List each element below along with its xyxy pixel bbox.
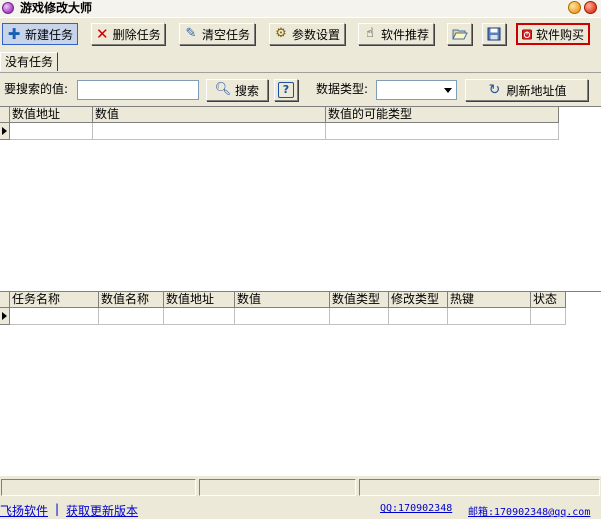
footer: 飞扬软件 | 获取更新版本 QQ:170902348 邮箱:170902348@… [0,500,601,518]
close-button[interactable] [584,1,597,14]
data-type-label: 数据类型: [316,82,369,96]
chevron-down-icon [444,88,452,93]
delete-task-label: 删除任务 [112,27,161,42]
tasks-col-name[interactable]: 任务名称 [10,292,99,308]
data-type-select[interactable] [376,80,457,100]
new-task-label: 新建任务 [24,27,73,42]
tasks-grid: 任务名称 数值名称 数值地址 数值 数值类型 修改类型 热键 状态 [0,291,601,476]
delete-x-icon: ✕ [96,25,109,43]
tasks-col-value-name[interactable]: 数值名称 [99,292,164,308]
row-pointer-icon [2,312,7,320]
tasks-col-modify-type[interactable]: 修改类型 [389,292,448,308]
hand-icon: ☝ [366,26,374,41]
title-bar[interactable]: 游戏修改大师 [0,0,601,18]
get-update-link[interactable]: 获取更新版本 [66,502,138,519]
window-title: 游戏修改大师 [20,1,93,15]
row-indicator [0,123,10,140]
buy-software-label: 软件购买 [535,27,584,42]
row-indicator [0,308,10,325]
search-bar: 要搜索的值: 🔍︎ 搜索 ? 数据类型: ↻ 刷新地址值 [0,74,601,104]
search-results-grid: 数值地址 数值 数值的可能类型 [0,106,601,292]
toolbar: ✚ 新建任务 ✕ 删除任务 ✎ 清空任务 ⚙ 参数设置 ☝ 软件推荐 软件购买 [0,18,601,51]
recommend-button[interactable]: ☝ 软件推荐 [358,23,434,45]
floppy-disk-icon [487,27,501,41]
qq-link[interactable]: QQ:170902348 [380,503,452,514]
search-value-label: 要搜索的值: [4,82,69,96]
app-icon [2,2,14,14]
footer-separator: | [55,502,60,516]
refresh-address-label: 刷新地址值 [506,83,567,98]
clear-tasks-label: 清空任务 [201,27,250,42]
tasks-col-status[interactable]: 状态 [531,292,566,308]
search-button-label: 搜索 [234,83,259,98]
status-panel-1 [1,479,196,496]
results-col-value[interactable]: 数值 [93,107,326,123]
tab-no-tasks[interactable]: 没有任务 [0,52,59,71]
settings-button[interactable]: ⚙ 参数设置 [269,23,345,45]
delete-task-button[interactable]: ✕ 删除任务 [91,23,165,45]
task-tab-strip: 没有任务 [0,52,601,73]
plus-icon: ✚ [7,25,21,43]
tasks-col-address[interactable]: 数值地址 [164,292,235,308]
email-link[interactable]: 邮箱:170902348@qq.com [468,503,590,518]
save-button[interactable] [482,23,506,45]
eraser-icon: ✎ [185,26,197,41]
help-button[interactable]: ? [274,79,298,101]
row-pointer-icon [2,127,7,135]
results-col-type[interactable]: 数值的可能类型 [326,107,559,123]
company-link[interactable]: 飞扬软件 [0,502,48,519]
settings-label: 参数设置 [291,27,340,42]
buy-software-button[interactable]: 软件购买 [516,23,590,45]
recommend-label: 软件推荐 [380,27,429,42]
results-col-address[interactable]: 数值地址 [10,107,93,123]
help-icon: ? [278,82,294,98]
search-button[interactable]: 🔍︎ 搜索 [206,79,268,101]
status-panel-3 [359,479,600,496]
power-icon [522,29,532,39]
folder-icon [451,29,468,40]
tasks-col-value-type[interactable]: 数值类型 [330,292,389,308]
search-value-input[interactable] [77,80,199,100]
status-bar [0,477,601,497]
refresh-address-button[interactable]: ↻ 刷新地址值 [465,79,588,101]
refresh-icon: ↻ [488,82,501,98]
minimize-button[interactable] [568,1,581,14]
open-folder-button[interactable] [447,23,472,45]
tasks-col-hotkey[interactable]: 热键 [448,292,531,308]
settings-icon: ⚙ [275,26,287,41]
tasks-col-value[interactable]: 数值 [235,292,330,308]
clear-tasks-button[interactable]: ✎ 清空任务 [179,23,255,45]
new-task-button[interactable]: ✚ 新建任务 [2,23,78,45]
status-panel-2 [199,479,356,496]
magnifier-icon: 🔍︎ [214,82,232,97]
tab-label: 没有任务 [5,55,54,69]
